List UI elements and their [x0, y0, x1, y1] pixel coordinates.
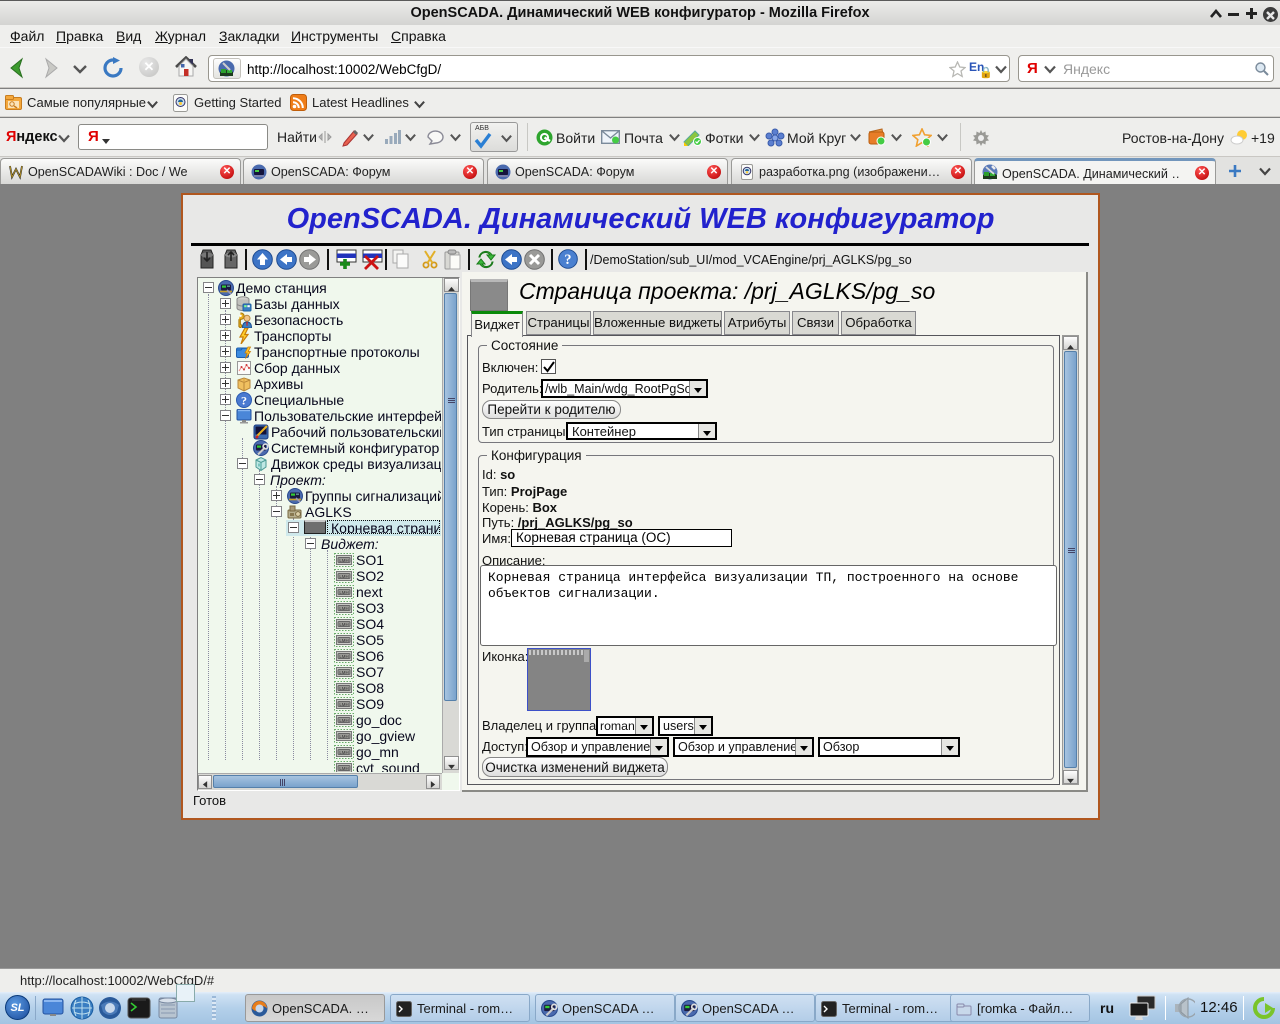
svg-text:?: ? — [564, 252, 571, 268]
